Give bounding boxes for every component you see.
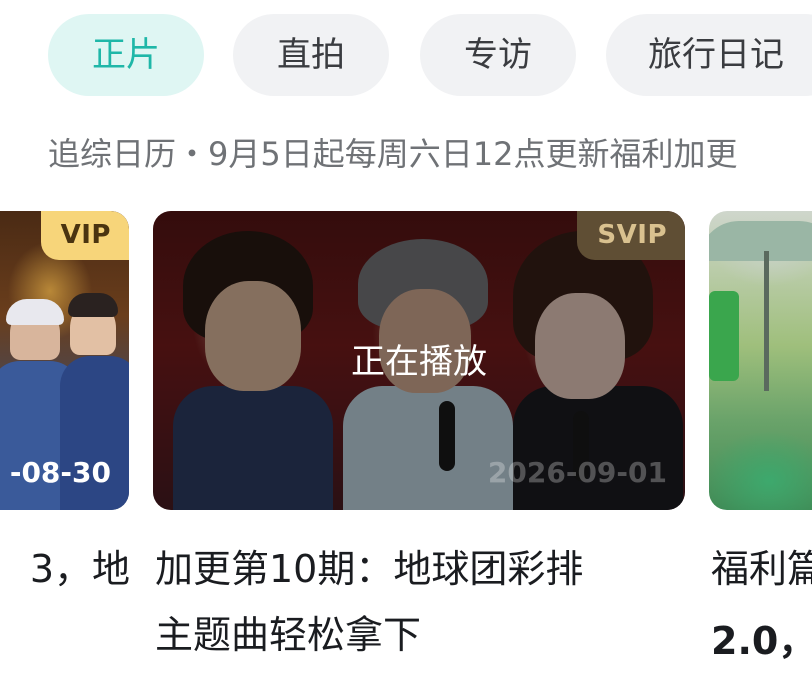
episode-title-current-line1[interactable]: 加更第10期：地球团彩排 [155, 536, 583, 602]
thumbnail-image [709, 211, 812, 510]
tab-travel-diary[interactable]: 旅行日记 [606, 14, 812, 96]
tab-interview[interactable]: 专访 [420, 14, 576, 96]
episode-title-current-line2[interactable]: 主题曲轻松拿下 [155, 602, 421, 668]
schedule-text: 追综日历・9月5日起每周六日12点更新福利加更 [48, 135, 738, 173]
episode-thumbnail-current[interactable]: SVIP 正在播放 2026-09-01 [153, 211, 685, 510]
episode-date: -08-30 [9, 456, 111, 489]
episode-thumbnail-previous[interactable]: VIP -08-30 [0, 211, 129, 510]
episode-title-next-line2[interactable]: 2.0， [711, 608, 812, 674]
episode-list-screen: 正片 直拍 专访 旅行日记 追综日历・9月5日起每周六日12点更新福利加更 VI… [0, 0, 812, 690]
episode-date: 2026-09-01 [487, 456, 667, 489]
vip-badge: VIP [40, 211, 129, 260]
episode-title-next-line1[interactable]: 福利篇 [711, 536, 812, 602]
tab-fancam[interactable]: 直拍 [233, 14, 389, 96]
tab-main-episodes[interactable]: 正片 [48, 14, 204, 96]
svip-badge: SVIP [577, 211, 685, 260]
episode-thumbnail-next[interactable] [709, 211, 812, 510]
episode-title-previous[interactable]: 3，地 [0, 536, 130, 602]
now-playing-label: 正在播放 [351, 342, 487, 382]
